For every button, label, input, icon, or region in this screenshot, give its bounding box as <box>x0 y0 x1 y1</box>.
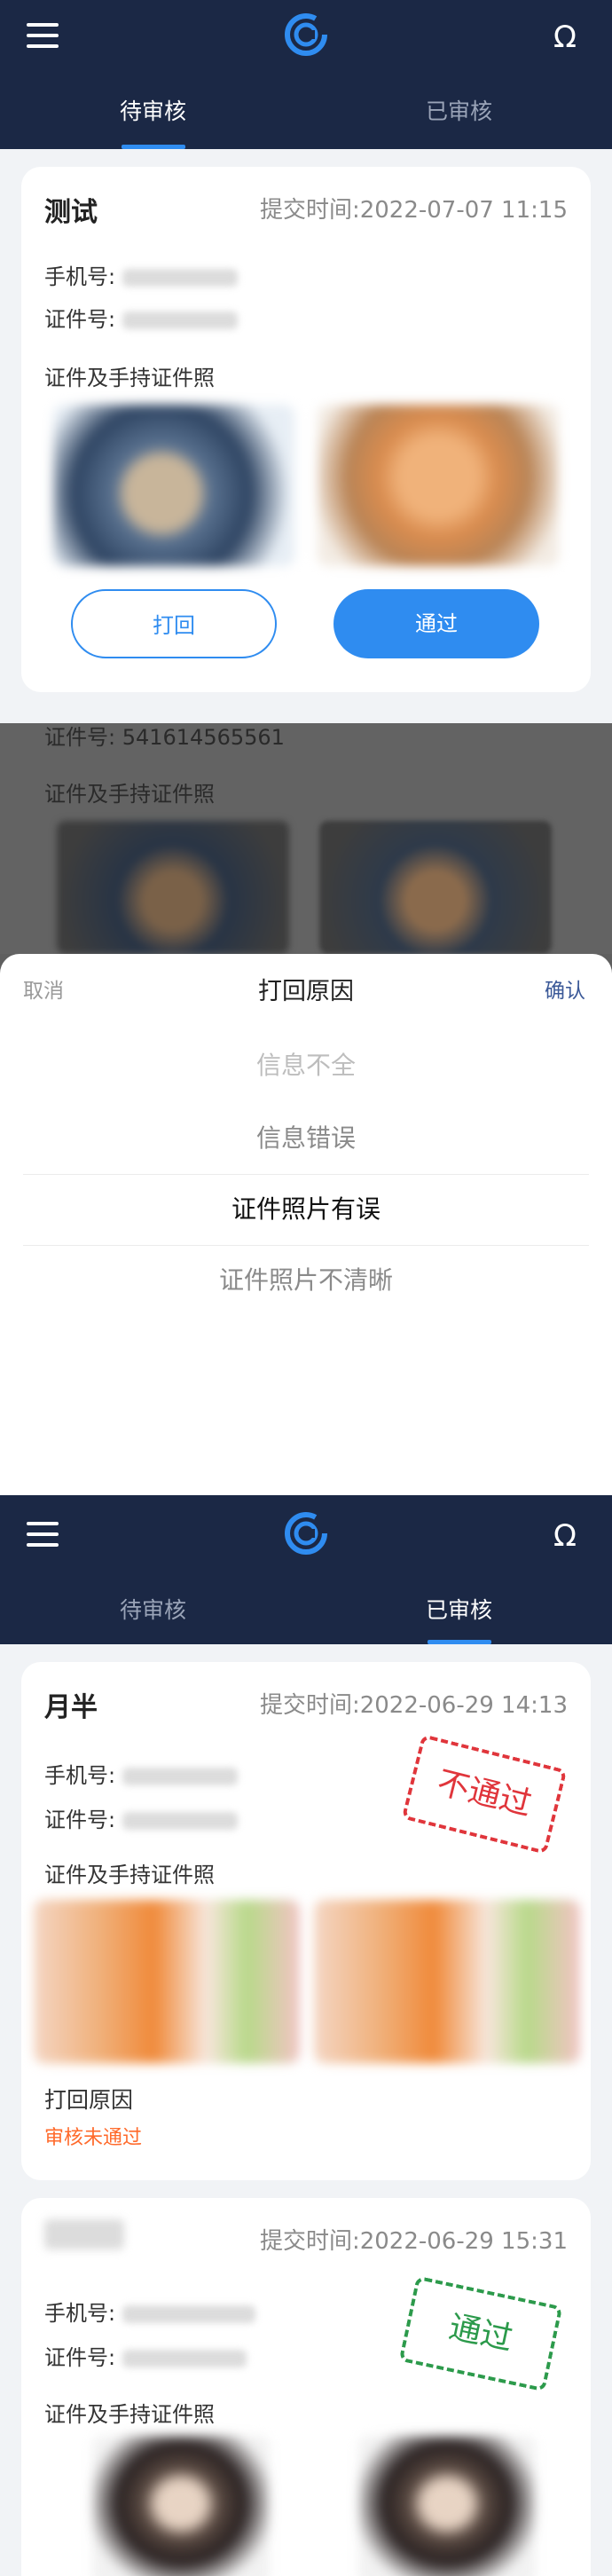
applicant-name: 测试 <box>44 197 98 228</box>
id-value-blurred <box>122 1812 239 1830</box>
id-row: 证件号: <box>44 302 239 333</box>
handheld-photo[interactable] <box>358 2436 536 2576</box>
phone-value-blurred <box>122 2305 256 2323</box>
id-label: 证件号: <box>44 1808 116 1832</box>
overlay-mask[interactable]: 证件号: 541614565561 证件及手持证件照 <box>0 723 612 954</box>
handheld-photo[interactable] <box>314 1900 580 2063</box>
bg-id-photo <box>57 821 289 954</box>
tab-label: 已审核 <box>425 98 492 124</box>
reason-option[interactable]: 信息错误 <box>0 1119 612 1154</box>
user-icon[interactable]: Ω <box>551 20 579 55</box>
handheld-photo[interactable] <box>318 405 559 566</box>
picker-indicator-bottom <box>23 1245 589 1246</box>
review-card: 测试 提交时间:2022-07-07 11:15 手机号: 证件号: 证件及手持… <box>21 167 591 692</box>
bg-id-line: 证件号: 541614565561 <box>44 725 285 750</box>
id-value-blurred <box>122 2350 247 2367</box>
submit-time: 提交时间:2022-07-07 11:15 <box>259 197 568 224</box>
reason-picker-sheet: 取消 打回原因 确认 信息不全 信息错误 证件照片有误 证件照片不清晰 <box>0 954 612 1495</box>
applicant-name: 月半 <box>44 1692 98 1723</box>
photos-title: 证件及手持证件照 <box>44 366 215 390</box>
tab-underline <box>121 145 185 149</box>
tab-pending[interactable]: 待审核 <box>0 1584 306 1648</box>
phone-label: 手机号: <box>44 2301 116 2326</box>
logo-icon <box>285 13 327 56</box>
id-photo[interactable] <box>34 1900 300 2063</box>
photos-title: 证件及手持证件照 <box>44 2402 215 2427</box>
reviewed-card: 月半 提交时间:2022-06-29 14:13 手机号: 证件号: 不通过 证… <box>21 1662 591 2180</box>
reason-status: 审核未通过 <box>44 2127 143 2149</box>
reject-button[interactable]: 打回 <box>71 589 277 658</box>
header: Ω 待审核 已审核 <box>0 0 612 149</box>
logo-icon <box>285 1512 327 1555</box>
menu-icon[interactable] <box>27 1522 59 1547</box>
tab-underline <box>427 1640 491 1644</box>
phone-label: 手机号: <box>44 1763 116 1788</box>
header: Ω 待审核 已审核 <box>0 1495 612 1644</box>
tab-label: 待审核 <box>119 1597 186 1623</box>
id-row: 证件号: <box>44 1802 239 1833</box>
reason-title: 打回原因 <box>44 2087 134 2113</box>
approved-stamp: 通过 <box>398 2275 563 2392</box>
screen-reviewed: Ω 待审核 已审核 月半 提交时间:2022-06-29 14:13 手机号: … <box>0 1495 612 2576</box>
phone-row: 手机号: <box>44 1758 239 1789</box>
bg-photos-title: 证件及手持证件照 <box>44 782 215 807</box>
menu-icon[interactable] <box>27 23 59 48</box>
user-icon[interactable]: Ω <box>551 1518 579 1554</box>
applicant-name-blurred <box>44 2219 124 2249</box>
reviewed-card: 提交时间:2022-06-29 15:31 手机号: 证件号: 通过 证件及手持… <box>21 2198 591 2576</box>
sheet-title: 打回原因 <box>258 978 354 1005</box>
reason-option[interactable]: 证件照片不清晰 <box>0 1261 612 1296</box>
confirm-button[interactable]: 确认 <box>545 973 585 1004</box>
id-value-blurred <box>122 311 239 329</box>
tab-label: 已审核 <box>425 1597 492 1623</box>
phone-value-blurred <box>122 269 239 287</box>
phone-row: 手机号: <box>44 259 239 290</box>
screen-pending: Ω 待审核 已审核 测试 提交时间:2022-07-07 11:15 手机号: … <box>0 0 612 723</box>
id-photo[interactable] <box>92 2436 270 2576</box>
id-label: 证件号: <box>44 2345 116 2370</box>
rejected-stamp: 不通过 <box>401 1734 568 1855</box>
tab-reviewed[interactable]: 已审核 <box>306 85 612 149</box>
tab-reviewed[interactable]: 已审核 <box>306 1584 612 1644</box>
phone-value-blurred <box>122 1768 239 1785</box>
phone-row: 手机号: <box>44 2296 256 2327</box>
tab-pending[interactable]: 待审核 <box>0 85 306 149</box>
id-photo[interactable] <box>53 405 294 566</box>
reason-option[interactable]: 信息不全 <box>0 1046 612 1082</box>
photos-title: 证件及手持证件照 <box>44 1863 215 1887</box>
submit-time: 提交时间:2022-06-29 15:31 <box>259 2228 568 2255</box>
screen-reject-sheet: 证件号: 541614565561 证件及手持证件照 取消 打回原因 确认 信息… <box>0 723 612 1495</box>
tab-label: 待审核 <box>119 98 186 124</box>
bg-handheld-photo <box>319 821 552 954</box>
approve-button[interactable]: 通过 <box>333 589 539 658</box>
picker-indicator-top <box>23 1174 589 1175</box>
id-row: 证件号: <box>44 2340 247 2371</box>
submit-time: 提交时间:2022-06-29 14:13 <box>259 1692 568 1719</box>
phone-label: 手机号: <box>44 264 116 289</box>
reason-option-selected[interactable]: 证件照片有误 <box>0 1190 612 1225</box>
id-label: 证件号: <box>44 307 116 332</box>
